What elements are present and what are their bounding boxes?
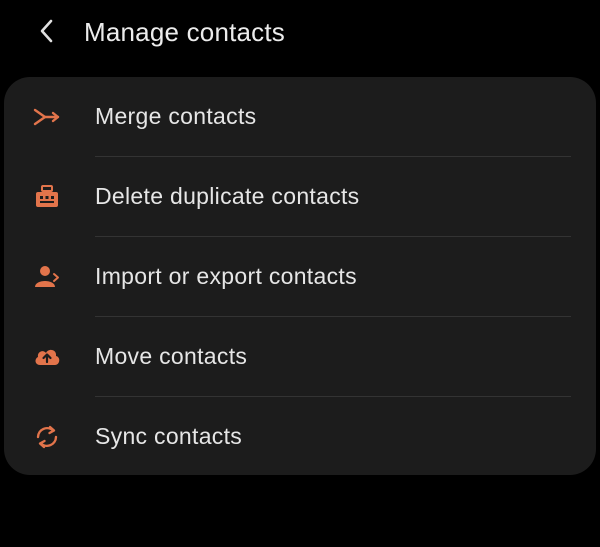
top-app-bar: Manage contacts: [0, 0, 600, 64]
back-button[interactable]: [30, 14, 64, 48]
manage-contacts-list: Merge contacts Delete duplicate contacts: [4, 77, 596, 475]
merge-icon: [30, 100, 64, 134]
page-title: Manage contacts: [84, 17, 286, 47]
sync-contacts-item[interactable]: Sync contacts: [4, 397, 596, 477]
delete-duplicate-contacts-label: Delete duplicate contacts: [95, 183, 360, 209]
move-contacts-label: Move contacts: [95, 343, 248, 369]
sync-contacts-label: Sync contacts: [95, 423, 243, 449]
cloud-move-icon: [30, 340, 64, 374]
merge-contacts-item[interactable]: Merge contacts: [4, 77, 596, 157]
import-export-contacts-item[interactable]: Import or export contacts: [4, 237, 596, 317]
chevron-left-icon: [40, 19, 53, 43]
move-contacts-item[interactable]: Move contacts: [4, 317, 596, 397]
import-export-icon: [30, 260, 64, 294]
merge-contacts-label: Merge contacts: [95, 103, 257, 129]
import-export-contacts-label: Import or export contacts: [95, 263, 357, 289]
delete-duplicate-contacts-item[interactable]: Delete duplicate contacts: [4, 157, 596, 237]
delete-duplicates-icon: [30, 180, 64, 214]
sync-icon: [30, 420, 64, 454]
